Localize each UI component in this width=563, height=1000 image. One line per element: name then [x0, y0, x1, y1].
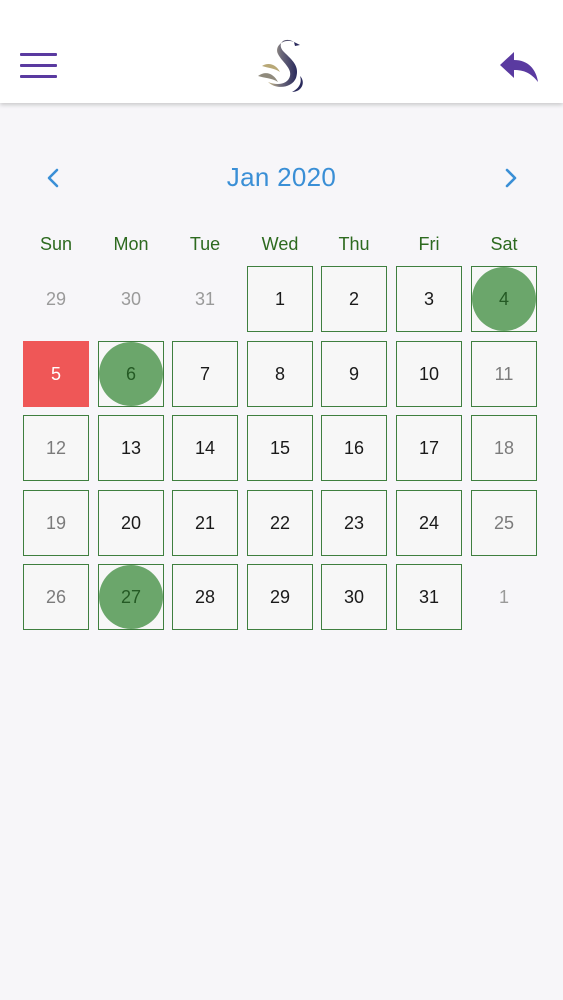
calendar-day[interactable]: 20: [98, 490, 164, 556]
day-number: 17: [418, 437, 440, 458]
menu-button[interactable]: [20, 53, 57, 79]
day-number: 27: [120, 586, 142, 607]
calendar-day[interactable]: 2: [321, 266, 387, 332]
hamburger-menu-icon: [20, 53, 57, 56]
calendar-day[interactable]: 11: [471, 341, 537, 407]
reply-back-icon[interactable]: [498, 50, 540, 84]
day-number: 29: [45, 288, 67, 309]
day-number: 29: [269, 586, 291, 607]
day-number: 1: [274, 288, 285, 309]
calendar-day[interactable]: 13: [98, 415, 164, 481]
day-number: 18: [493, 437, 515, 458]
day-number: 1: [498, 586, 509, 607]
calendar-day[interactable]: 23: [321, 490, 387, 556]
day-number: 21: [194, 512, 216, 533]
day-number: 23: [343, 512, 365, 533]
calendar-day[interactable]: 16: [321, 415, 387, 481]
calendar-day[interactable]: 12: [23, 415, 89, 481]
day-number: 13: [120, 437, 142, 458]
day-number: 28: [194, 586, 216, 607]
weekday-label-sun: Sun: [39, 234, 73, 254]
day-number: 6: [125, 363, 136, 384]
calendar-day[interactable]: 9: [321, 341, 387, 407]
day-number: 11: [494, 363, 514, 384]
day-number: 2: [348, 288, 359, 309]
day-number: 14: [194, 437, 216, 458]
day-number: 20: [120, 512, 142, 533]
calendar-day[interactable]: 3: [396, 266, 462, 332]
weekday-label-fri: Fri: [418, 234, 440, 254]
day-number: 31: [194, 288, 216, 309]
day-number: 3: [423, 288, 434, 309]
weekday-label-mon: Mon: [113, 234, 149, 254]
day-number: 7: [199, 363, 210, 384]
day-number: 30: [120, 288, 142, 309]
calendar-day[interactable]: 26: [23, 564, 89, 630]
swan-logo: [258, 39, 303, 92]
calendar-day[interactable]: 28: [172, 564, 238, 630]
weekday-label-sat: Sat: [490, 234, 518, 254]
calendar-day[interactable]: 27: [98, 564, 164, 630]
calendar-day[interactable]: 15: [247, 415, 313, 481]
calendar-day[interactable]: 31: [396, 564, 462, 630]
day-number: 10: [418, 363, 440, 384]
weekday-label-wed: Wed: [261, 234, 299, 254]
calendar-day[interactable]: 30: [321, 564, 387, 630]
day-number: 8: [274, 363, 285, 384]
chevron-right-icon[interactable]: [498, 166, 522, 190]
weekday-label-tue: Tue: [189, 234, 221, 254]
calendar-day[interactable]: 18: [471, 415, 537, 481]
calendar-day[interactable]: 22: [247, 490, 313, 556]
day-number: 15: [269, 437, 291, 458]
month-navigation: Jan 2020: [0, 158, 563, 202]
day-number: 19: [45, 512, 67, 533]
calendar-day[interactable]: 6: [98, 341, 164, 407]
day-number: 9: [348, 363, 359, 384]
calendar-day[interactable]: 1: [247, 266, 313, 332]
calendar-day[interactable]: 29: [247, 564, 313, 630]
calendar-day-today[interactable]: 5: [23, 341, 89, 407]
calendar-day[interactable]: 4: [471, 266, 537, 332]
calendar-day[interactable]: 17: [396, 415, 462, 481]
day-number: 25: [493, 512, 515, 533]
calendar-day[interactable]: 14: [172, 415, 238, 481]
calendar-day[interactable]: 8: [247, 341, 313, 407]
weekday-label-thu: Thu: [338, 234, 370, 254]
day-number: 26: [45, 586, 67, 607]
day-number: 31: [418, 586, 440, 607]
month-title: Jan 2020: [226, 162, 337, 192]
day-number: 5: [50, 363, 61, 384]
calendar-day[interactable]: 24: [396, 490, 462, 556]
day-number: 22: [269, 512, 291, 533]
calendar-day[interactable]: 31: [172, 266, 238, 332]
day-number: 12: [45, 437, 67, 458]
calendar-day[interactable]: 19: [23, 490, 89, 556]
calendar-day[interactable]: 29: [23, 266, 89, 332]
calendar-day[interactable]: 21: [172, 490, 238, 556]
day-number: 24: [418, 512, 440, 533]
day-number: 30: [343, 586, 365, 607]
day-number: 16: [343, 437, 365, 458]
day-number: 4: [498, 288, 509, 309]
calendar-day[interactable]: 25: [471, 490, 537, 556]
app-header: [0, 0, 563, 103]
calendar-day[interactable]: 7: [172, 341, 238, 407]
calendar-day[interactable]: 1: [471, 564, 537, 630]
calendar-day[interactable]: 10: [396, 341, 462, 407]
calendar-day[interactable]: 30: [98, 266, 164, 332]
